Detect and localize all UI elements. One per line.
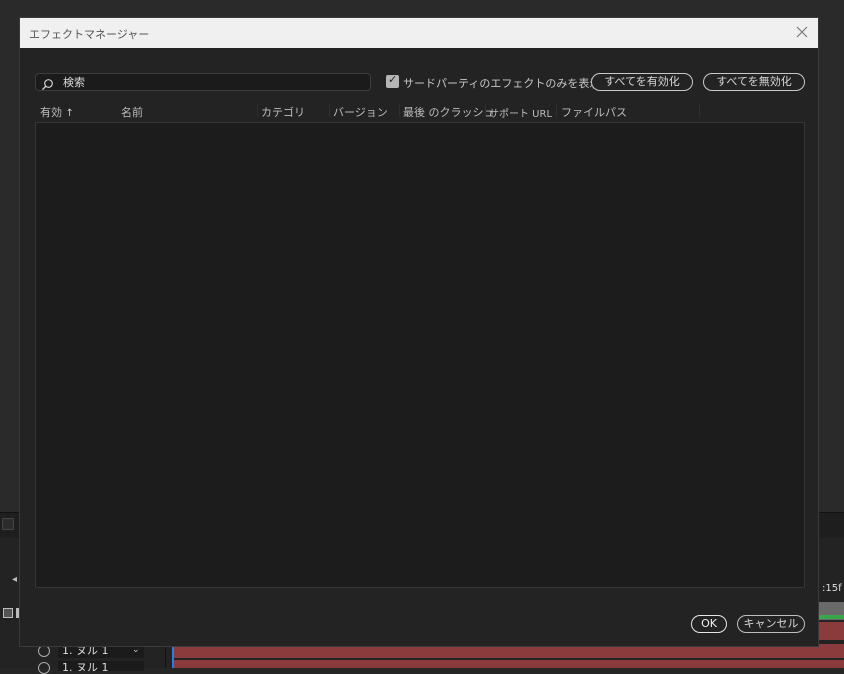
timeline-timecode: :15f xyxy=(822,583,842,594)
layer-name-field[interactable]: 1. ヌル 1 xyxy=(58,661,144,671)
column-divider[interactable] xyxy=(399,103,400,117)
video-toggle-icon[interactable] xyxy=(3,608,13,618)
enable-all-button[interactable]: すべてを有効化 xyxy=(591,73,693,91)
search-input[interactable] xyxy=(63,74,363,90)
layer-duration-bar[interactable] xyxy=(819,622,844,640)
close-icon[interactable] xyxy=(792,23,812,43)
search-box[interactable] xyxy=(35,73,371,91)
column-header-enabled[interactable]: 有効 ↑ xyxy=(40,104,74,120)
sort-up-arrow-icon: ↑ xyxy=(65,108,74,119)
column-header-support-url[interactable]: サポート URL xyxy=(489,105,552,120)
dialog-title: エフェクトマネージャー xyxy=(29,28,150,41)
column-divider[interactable] xyxy=(257,103,258,117)
effects-table-body[interactable] xyxy=(35,122,805,588)
disable-all-button[interactable]: すべてを無効化 xyxy=(703,73,805,91)
column-header-last-crash[interactable]: 最後 のクラッシュ xyxy=(403,104,495,120)
dialog-titlebar[interactable]: エフェクトマネージャー xyxy=(20,18,818,48)
ok-button[interactable]: OK xyxy=(691,615,727,633)
cancel-button[interactable]: キャンセル xyxy=(737,615,805,633)
column-header-category[interactable]: カテゴリ xyxy=(261,104,305,120)
checkmark-icon: ✓ xyxy=(388,73,398,86)
effects-table-header: 有効 ↑ 名前 カテゴリ バージョン 最後 のクラッシュ サポート URL ファ… xyxy=(35,101,805,121)
panel-menu-icon[interactable] xyxy=(2,518,14,530)
third-party-only-checkbox[interactable]: ✓ xyxy=(386,73,399,88)
column-divider[interactable] xyxy=(329,103,330,117)
nav-arrow-icon[interactable]: ◂ xyxy=(12,574,17,585)
column-header-file-path[interactable]: ファイルパス xyxy=(561,104,627,120)
layer-duration-bar[interactable] xyxy=(172,660,844,668)
effect-manager-dialog: エフェクトマネージャー ✓ サードパーティのエフェクトのみを表示 すべてを有効化… xyxy=(19,17,819,647)
column-header-name[interactable]: 名前 xyxy=(121,104,143,120)
column-divider[interactable] xyxy=(556,103,557,117)
layer-spiral-icon[interactable] xyxy=(38,662,50,674)
column-divider[interactable] xyxy=(699,103,700,117)
column-divider[interactable] xyxy=(485,103,486,117)
column-header-version[interactable]: バージョン xyxy=(333,104,388,120)
search-icon xyxy=(41,76,54,91)
render-bar xyxy=(818,615,844,619)
third-party-only-label[interactable]: サードパーティのエフェクトのみを表示 xyxy=(403,75,600,91)
